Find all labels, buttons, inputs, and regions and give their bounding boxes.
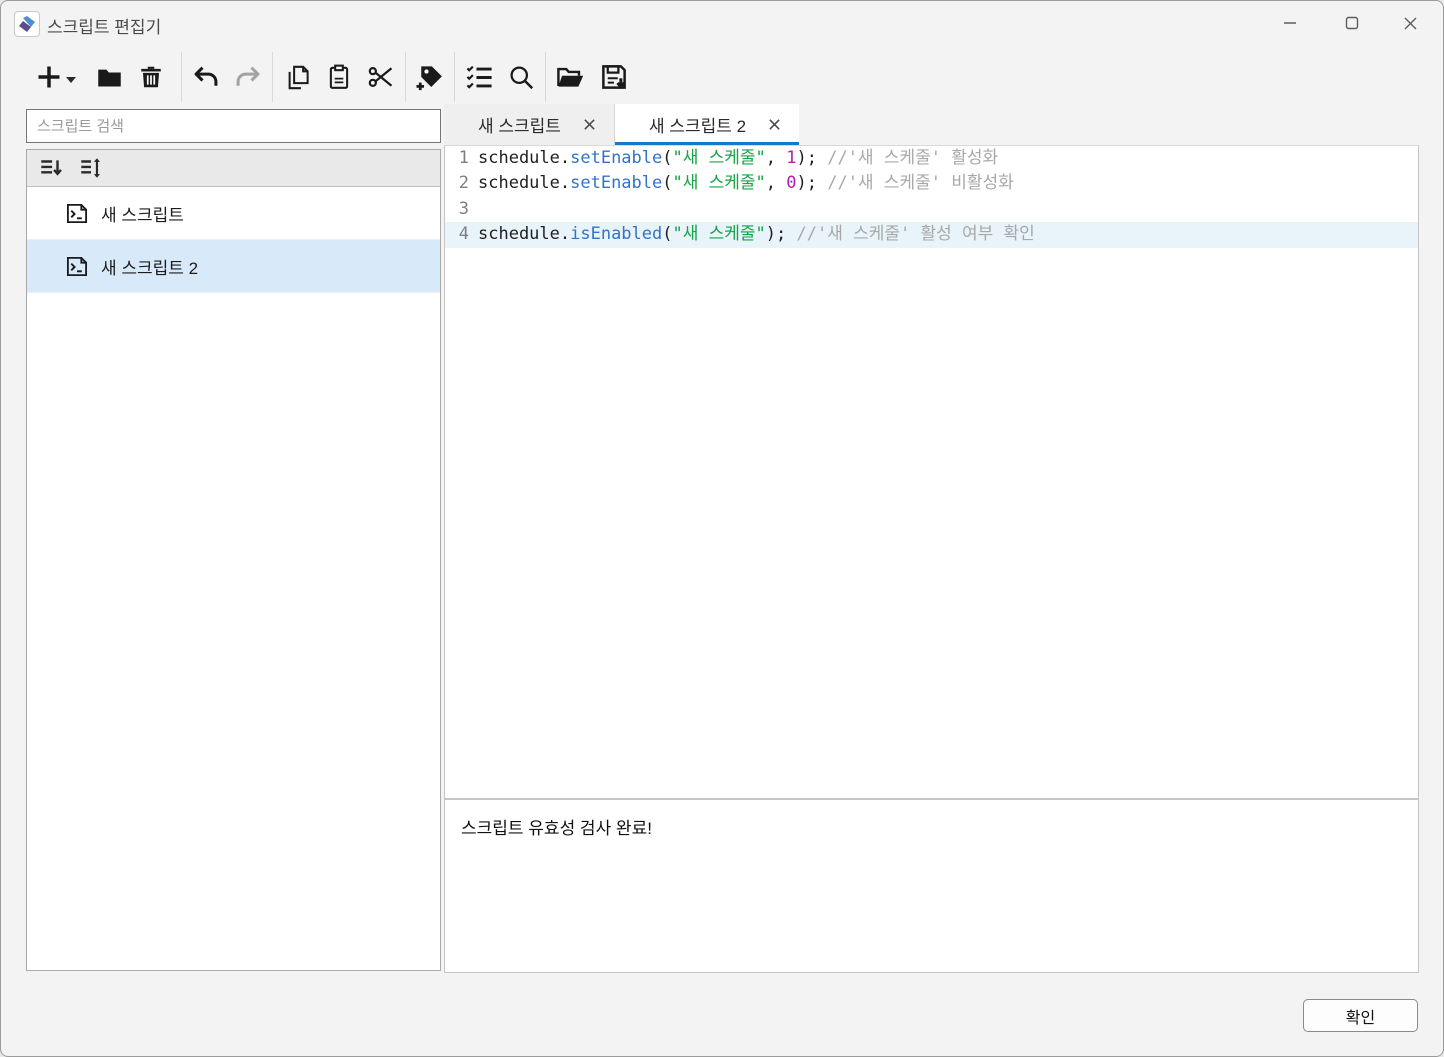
line-number: 4 [445, 222, 469, 247]
code-token-string: "새 스케줄" [673, 224, 766, 244]
code-line[interactable]: 3 [445, 197, 1418, 222]
checklist-icon [465, 63, 494, 92]
paste-button[interactable] [323, 57, 355, 97]
chevron-down-icon[interactable] [66, 77, 76, 83]
code-token-comment: //'새 스케줄' 활성화 [827, 148, 998, 168]
validation-status-panel: 스크립트 유효성 검사 완료! [444, 799, 1419, 973]
trash-icon [138, 64, 164, 90]
sort-toggle-icon [78, 155, 104, 181]
paste-icon [326, 64, 352, 90]
code-token-method: isEnabled [570, 224, 662, 244]
undo-icon [192, 63, 220, 91]
code-text [469, 197, 478, 222]
code-token-string: "새 스케줄" [673, 173, 766, 193]
toolbar-separator [454, 52, 455, 102]
toolbar-separator [545, 52, 546, 102]
app-logo-icon [14, 11, 40, 37]
script-item-label: 새 스크립트 2 [101, 254, 198, 279]
cut-button[interactable] [365, 57, 397, 97]
code-token-plain: schedule. [478, 173, 570, 193]
script-list-item[interactable]: 새 스크립트 2 [27, 240, 440, 293]
line-number: 3 [445, 197, 469, 222]
toolbar-separator [181, 52, 182, 102]
code-token-method: setEnable [570, 148, 662, 168]
sort-descending-icon [38, 155, 64, 181]
tag-plus-icon [415, 62, 445, 92]
toolbar-separator [405, 52, 406, 102]
tab-label: 새 스크립트 2 [649, 112, 746, 137]
code-token-plain: ); [766, 224, 797, 244]
code-line[interactable]: 4schedule.isEnabled("새 스케줄"); //'새 스케줄' … [445, 222, 1418, 247]
tab-label: 새 스크립트 [478, 112, 561, 137]
tab-close-icon[interactable] [768, 118, 781, 131]
code-token-plain: , [766, 148, 786, 168]
code-line[interactable]: 2schedule.setEnable("새 스케줄", 0); //'새 스케… [445, 171, 1418, 196]
line-number: 2 [445, 171, 469, 196]
undo-button[interactable] [190, 57, 222, 97]
code-text: schedule.setEnable("새 스케줄", 0); //'새 스케줄… [469, 171, 1014, 196]
code-token-string: "새 스케줄" [673, 148, 766, 168]
code-line[interactable]: 1schedule.setEnable("새 스케줄", 1); //'새 스케… [445, 146, 1418, 171]
code-token-plain: ( [662, 148, 672, 168]
folder-icon [96, 64, 123, 91]
code-token-comment: //'새 스케줄' 비활성화 [827, 173, 1014, 193]
code-token-plain: , [766, 173, 786, 193]
tab-script-2[interactable]: 새 스크립트 2 [615, 104, 799, 145]
save-file-button[interactable] [598, 57, 630, 97]
code-lines: 1schedule.setEnable("새 스케줄", 1); //'새 스케… [445, 146, 1418, 248]
ok-button[interactable]: 확인 [1303, 999, 1418, 1032]
tab-close-icon[interactable] [583, 118, 596, 131]
minimize-button[interactable] [1267, 1, 1313, 45]
script-list-panel: 새 스크립트 새 스크립트 2 [26, 149, 441, 971]
code-token-comment: //'새 스케줄' 활성 여부 확인 [796, 224, 1034, 244]
maximize-button[interactable] [1329, 1, 1375, 45]
code-token-plain: ); [797, 173, 828, 193]
code-token-plain: ( [662, 173, 672, 193]
search-icon [508, 64, 535, 91]
code-token-method: setEnable [570, 173, 662, 193]
add-script-button[interactable] [31, 57, 79, 97]
code-token-plain: schedule. [478, 148, 570, 168]
tab-bar: 새 스크립트 새 스크립트 2 [444, 104, 799, 145]
delete-button[interactable] [135, 57, 167, 97]
titlebar: 스크립트 편집기 [1, 1, 1443, 47]
code-token-number: 1 [786, 148, 796, 168]
code-text: schedule.setEnable("새 스케줄", 1); //'새 스케줄… [469, 146, 998, 171]
script-list-item[interactable]: 새 스크립트 [27, 187, 440, 240]
script-file-icon [65, 202, 89, 225]
new-folder-button[interactable] [93, 57, 125, 97]
code-token-plain: ); [797, 148, 828, 168]
code-token-plain: ( [662, 224, 672, 244]
copy-button[interactable] [281, 57, 313, 97]
toolbar-separator [272, 52, 273, 102]
code-text: schedule.isEnabled("새 스케줄"); //'새 스케줄' 활… [469, 222, 1035, 247]
script-search-input[interactable] [26, 109, 441, 143]
sort-toggle-button[interactable] [75, 153, 107, 183]
line-number: 1 [445, 146, 469, 171]
scissors-icon [367, 63, 395, 91]
sort-descending-button[interactable] [35, 153, 67, 183]
search-button[interactable] [505, 57, 537, 97]
code-token-number: 0 [786, 173, 796, 193]
script-list-toolbar [27, 150, 440, 187]
status-message: 스크립트 유효성 검사 완료! [461, 819, 652, 838]
close-button[interactable] [1387, 1, 1433, 45]
save-icon [599, 62, 629, 92]
plus-icon [35, 63, 63, 91]
window-title: 스크립트 편집기 [47, 13, 161, 38]
tab-script-1[interactable]: 새 스크립트 [444, 104, 615, 145]
copy-icon [284, 64, 311, 91]
script-editor-window: 스크립트 편집기 [0, 0, 1444, 1057]
add-tag-button[interactable] [414, 57, 446, 97]
code-editor[interactable]: 1schedule.setEnable("새 스케줄", 1); //'새 스케… [444, 145, 1419, 799]
redo-button[interactable] [232, 57, 264, 97]
validate-list-button[interactable] [463, 57, 495, 97]
redo-icon [234, 63, 262, 91]
open-folder-icon [556, 63, 585, 92]
open-file-button[interactable] [554, 57, 586, 97]
toolbar [1, 49, 1443, 105]
code-token-plain: schedule. [478, 224, 570, 244]
script-file-icon [65, 255, 89, 278]
script-item-label: 새 스크립트 [101, 201, 184, 226]
